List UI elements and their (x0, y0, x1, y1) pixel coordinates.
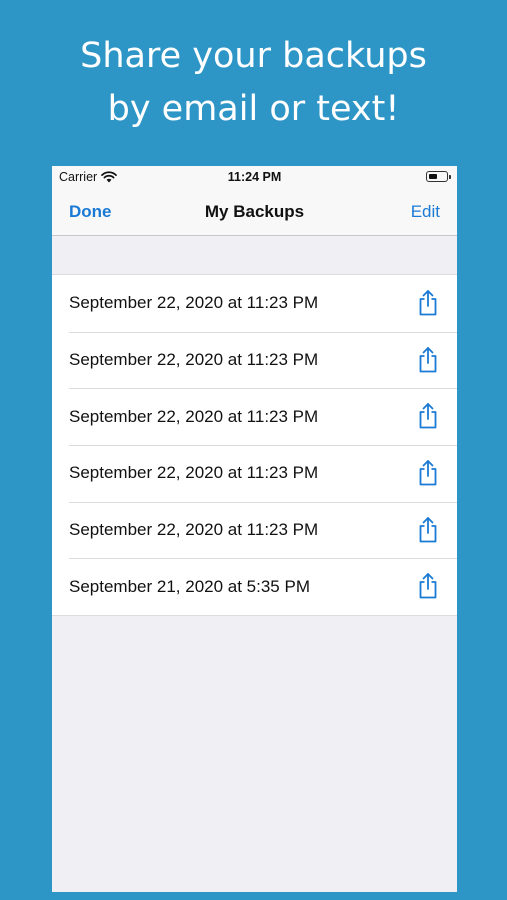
battery-icon (426, 171, 451, 182)
headline-line-2: by email or text! (107, 89, 400, 129)
headline-line-1: Share your backups (80, 36, 427, 76)
navigation-bar: Done My Backups Edit (52, 188, 457, 236)
backup-list: September 22, 2020 at 11:23 PM September… (52, 274, 457, 617)
share-icon[interactable] (416, 459, 440, 487)
backup-date-label: September 22, 2020 at 11:23 PM (69, 293, 319, 313)
backup-row-3[interactable]: September 22, 2020 at 11:23 PM (52, 388, 457, 445)
status-bar: Carrier 11:24 PM (52, 166, 457, 188)
backup-date-label: September 22, 2020 at 11:23 PM (69, 463, 319, 483)
share-icon[interactable] (416, 402, 440, 430)
phone-screen: Carrier 11:24 PM Done My Backups Edit Se… (52, 166, 457, 892)
backup-date-label: September 22, 2020 at 11:23 PM (69, 520, 319, 540)
share-icon[interactable] (416, 346, 440, 374)
share-icon[interactable] (416, 516, 440, 544)
backup-row-1[interactable]: September 22, 2020 at 11:23 PM (52, 275, 457, 332)
backup-row-6[interactable]: September 21, 2020 at 5:35 PM (52, 558, 457, 615)
backup-date-label: September 22, 2020 at 11:23 PM (69, 350, 319, 370)
backup-date-label: September 22, 2020 at 11:23 PM (69, 406, 319, 426)
page-title: My Backups (204, 202, 305, 221)
status-time: 11:24 PM (227, 170, 282, 184)
share-icon[interactable] (416, 289, 440, 317)
backup-row-2[interactable]: September 22, 2020 at 11:23 PM (52, 331, 457, 389)
promo-headline: Share your backups by email or text! (0, 30, 507, 136)
backup-date-label: September 21, 2020 at 5:35 PM (69, 576, 310, 596)
backup-row-5[interactable]: September 22, 2020 at 11:23 PM (52, 501, 457, 559)
backup-row-4[interactable]: September 22, 2020 at 11:23 PM (52, 445, 457, 502)
share-icon[interactable] (416, 572, 440, 600)
edit-button[interactable]: Edit (411, 202, 440, 222)
